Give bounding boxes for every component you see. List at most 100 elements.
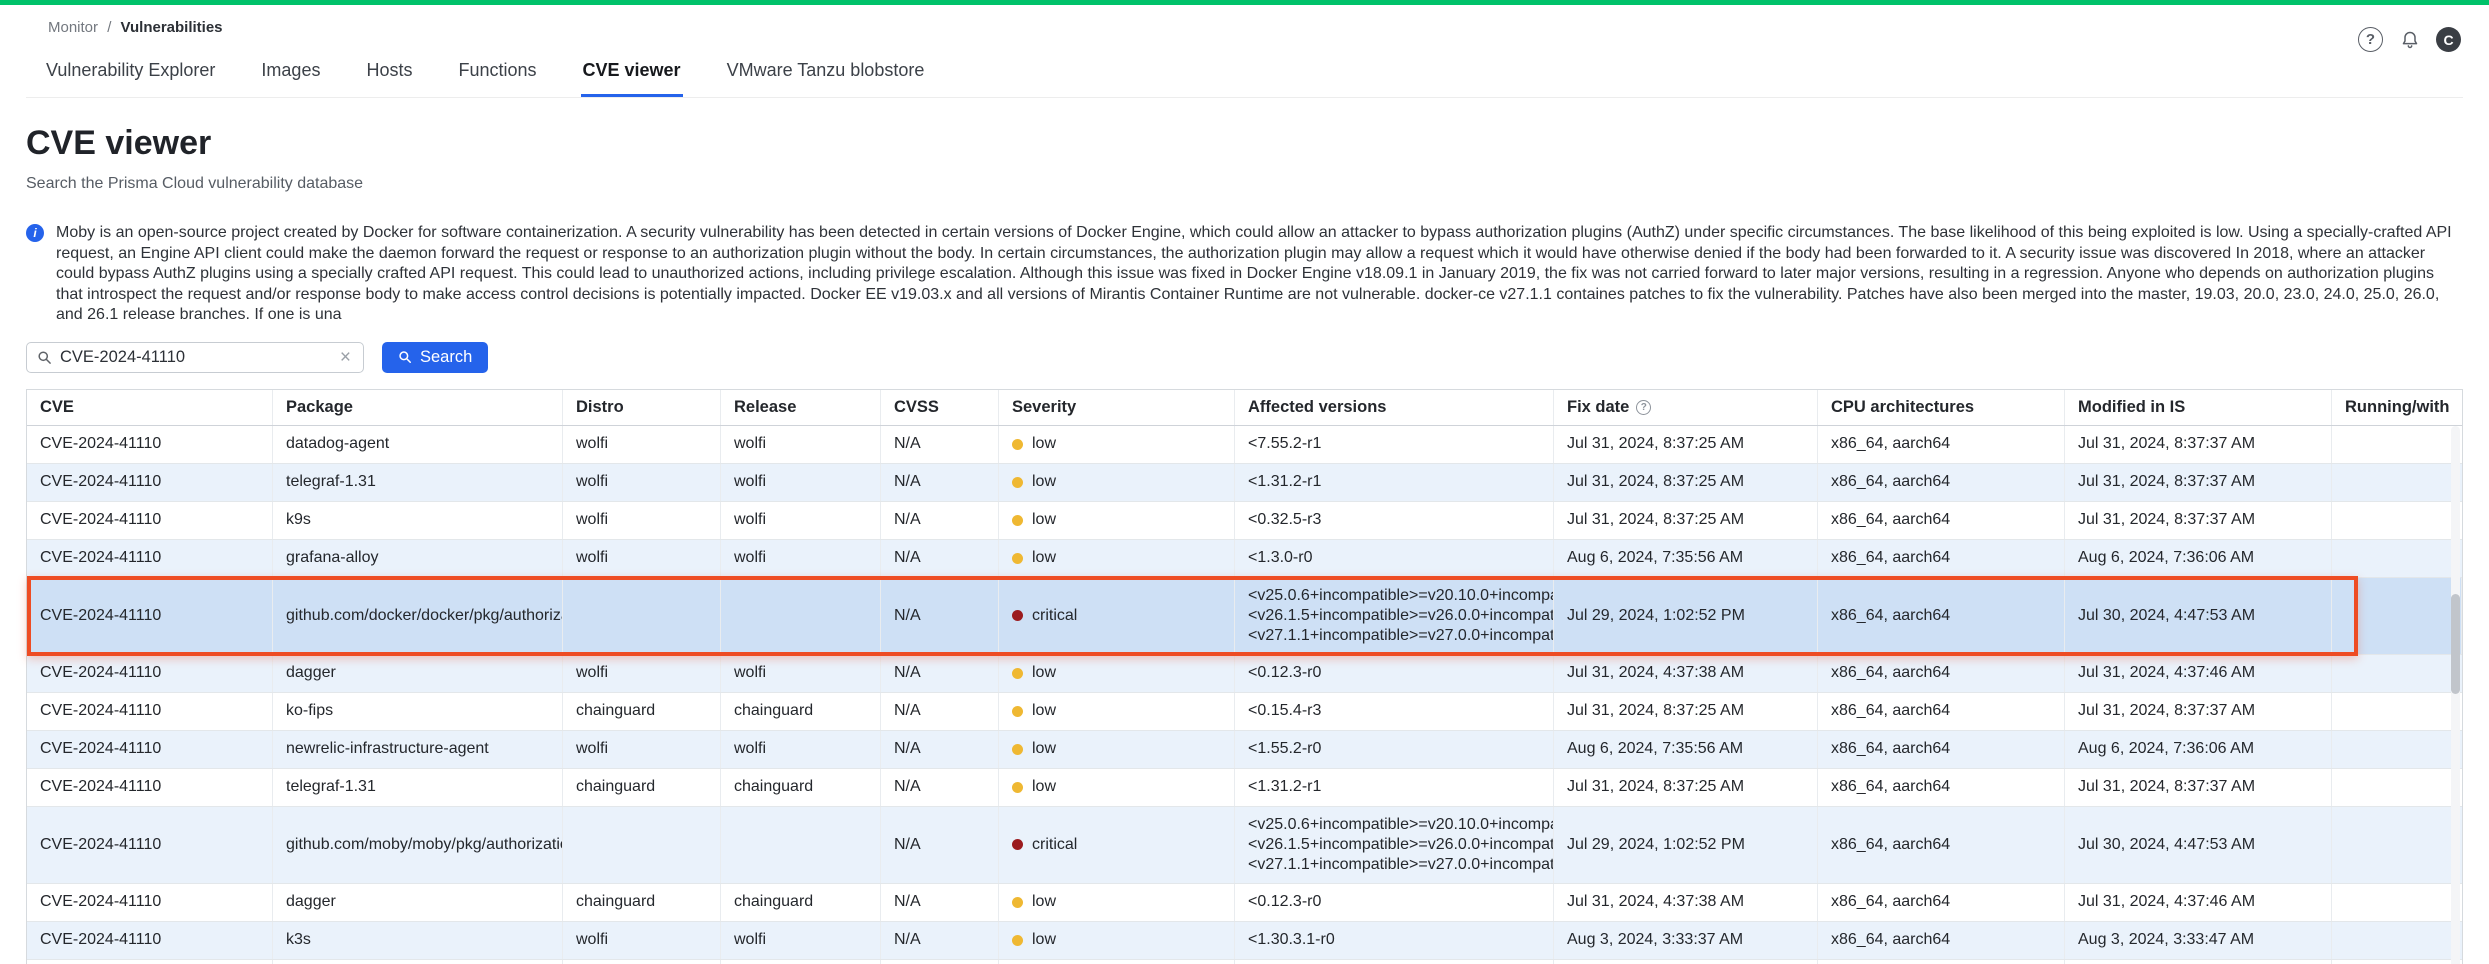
- tab-vmware-tanzu-blobstore[interactable]: VMware Tanzu blobstore: [725, 52, 927, 97]
- cell-running: [2332, 693, 2462, 730]
- table-row[interactable]: CVE-2024-41110 paranoia wolfi wolfi N/A …: [27, 960, 2462, 964]
- table-row[interactable]: CVE-2024-41110 dagger chainguard chaingu…: [27, 884, 2462, 922]
- cell-cpu-architectures: x86_64, aarch64: [1818, 693, 2065, 730]
- table-row[interactable]: CVE-2024-41110 k3s wolfi wolfi N/A low <…: [27, 922, 2462, 960]
- cell-cpu-architectures: x86_64, aarch64: [1818, 731, 2065, 768]
- cell-package: github.com/moby/moby/pkg/authorization: [273, 807, 563, 883]
- cell-cvss: N/A: [881, 693, 999, 730]
- cell-package: github.com/docker/docker/pkg/authorizati…: [273, 578, 563, 654]
- user-avatar[interactable]: C: [2436, 27, 2461, 52]
- scrollbar-thumb[interactable]: [2451, 594, 2460, 694]
- cell-fix-date: Aug 6, 2024, 7:35:56 AM: [1554, 731, 1818, 768]
- help-icon[interactable]: ?: [2358, 27, 2383, 52]
- table-row[interactable]: CVE-2024-41110 github.com/moby/moby/pkg/…: [27, 807, 2462, 884]
- cell-cve: CVE-2024-41110: [27, 655, 273, 692]
- cell-severity: low: [999, 884, 1235, 921]
- breadcrumb-section[interactable]: Monitor: [48, 19, 98, 36]
- cell-release: wolfi: [721, 426, 881, 463]
- cell-affected-versions: <0.15.4-r3: [1235, 693, 1554, 730]
- fix-date-help-icon[interactable]: ?: [1636, 400, 1651, 415]
- cell-cpu-architectures: x86_64, aarch64: [1818, 502, 2065, 539]
- search-input[interactable]: [60, 348, 330, 367]
- tab-cve-viewer[interactable]: CVE viewer: [581, 52, 683, 97]
- table-row[interactable]: CVE-2024-41110 newrelic-infrastructure-a…: [27, 731, 2462, 769]
- severity-label: low: [1032, 549, 1056, 567]
- table-row[interactable]: CVE-2024-41110 github.com/docker/docker/…: [27, 578, 2462, 655]
- cell-affected-versions: <7.55.2-r1: [1235, 426, 1554, 463]
- cell-package: k9s: [273, 502, 563, 539]
- cell-cve: CVE-2024-41110: [27, 464, 273, 501]
- column-header-affected-versions[interactable]: Affected versions: [1235, 390, 1554, 425]
- cell-fix-date: Jul 31, 2024, 8:37:25 AM: [1554, 464, 1818, 501]
- page-title: CVE viewer: [26, 124, 2463, 163]
- tab-images[interactable]: Images: [259, 52, 322, 97]
- tab-vulnerability-explorer[interactable]: Vulnerability Explorer: [44, 52, 217, 97]
- table-row[interactable]: CVE-2024-41110 ko-fips chainguard chaing…: [27, 693, 2462, 731]
- column-header-severity[interactable]: Severity: [999, 390, 1235, 425]
- cell-cvss: N/A: [881, 655, 999, 692]
- table-row[interactable]: CVE-2024-41110 telegraf-1.31 wolfi wolfi…: [27, 464, 2462, 502]
- cell-running: [2332, 464, 2462, 501]
- cell-fix-date: Jul 31, 2024, 4:37:38 AM: [1554, 884, 1818, 921]
- cell-cpu-architectures: x86_64, aarch64: [1818, 464, 2065, 501]
- cell-cpu-architectures: x86_64, aarch64: [1818, 655, 2065, 692]
- cell-package: newrelic-infrastructure-agent: [273, 731, 563, 768]
- cell-cve: CVE-2024-41110: [27, 540, 273, 577]
- cell-release: [721, 807, 881, 883]
- cell-package: datadog-agent: [273, 426, 563, 463]
- clear-search-icon[interactable]: ×: [338, 348, 353, 367]
- cell-release: chainguard: [721, 884, 881, 921]
- cell-running: [2332, 655, 2462, 692]
- severity-dot: [1012, 477, 1023, 488]
- severity-dot: [1012, 439, 1023, 450]
- cell-cve: CVE-2024-41110: [27, 960, 273, 964]
- severity-dot: [1012, 515, 1023, 526]
- cell-affected-versions: <0.12.3-r0: [1235, 655, 1554, 692]
- breadcrumb-current: Vulnerabilities: [121, 19, 223, 36]
- cell-severity: critical: [999, 578, 1235, 654]
- column-header-running[interactable]: Running/with: [2332, 390, 2462, 425]
- cell-release: wolfi: [721, 655, 881, 692]
- table-row[interactable]: CVE-2024-41110 datadog-agent wolfi wolfi…: [27, 426, 2462, 464]
- search-button[interactable]: Search: [382, 342, 488, 373]
- table-row[interactable]: CVE-2024-41110 telegraf-1.31 chainguard …: [27, 769, 2462, 807]
- cell-release: chainguard: [721, 693, 881, 730]
- severity-dot: [1012, 610, 1023, 621]
- column-header-release[interactable]: Release: [721, 390, 881, 425]
- column-header-cve[interactable]: CVE: [27, 390, 273, 425]
- cell-severity: low: [999, 731, 1235, 768]
- table-row[interactable]: CVE-2024-41110 grafana-alloy wolfi wolfi…: [27, 540, 2462, 578]
- column-header-cpu-architectures[interactable]: CPU architectures: [1818, 390, 2065, 425]
- cell-modified-in-is: Jul 31, 2024, 8:37:37 AM: [2065, 502, 2332, 539]
- cell-package: dagger: [273, 884, 563, 921]
- cell-distro: wolfi: [563, 502, 721, 539]
- table-scrollbar[interactable]: [2451, 426, 2460, 964]
- search-box[interactable]: ×: [26, 342, 364, 373]
- column-header-distro[interactable]: Distro: [563, 390, 721, 425]
- tab-hosts[interactable]: Hosts: [364, 52, 414, 97]
- severity-label: low: [1032, 473, 1056, 491]
- notifications-bell-icon[interactable]: [2397, 27, 2422, 52]
- severity-dot: [1012, 897, 1023, 908]
- table-row[interactable]: CVE-2024-41110 k9s wolfi wolfi N/A low <…: [27, 502, 2462, 540]
- cell-modified-in-is: Jul 30, 2024, 4:47:53 AM: [2065, 578, 2332, 654]
- cell-cpu-architectures: x86_64, aarch64: [1818, 960, 2065, 964]
- cell-distro: [563, 807, 721, 883]
- cell-modified-in-is: Jul 31, 2024, 8:37:37 AM: [2065, 693, 2332, 730]
- table-row[interactable]: CVE-2024-41110 dagger wolfi wolfi N/A lo…: [27, 655, 2462, 693]
- tab-functions[interactable]: Functions: [456, 52, 538, 97]
- breadcrumb-separator: /: [107, 19, 111, 36]
- column-header-cvss[interactable]: CVSS: [881, 390, 999, 425]
- cell-distro: wolfi: [563, 731, 721, 768]
- severity-dot: [1012, 744, 1023, 755]
- column-header-modified-in-is[interactable]: Modified in IS: [2065, 390, 2332, 425]
- search-icon: [37, 350, 52, 365]
- cell-running: [2332, 731, 2462, 768]
- header-icons: ? C: [2358, 27, 2461, 52]
- cell-package: k3s: [273, 922, 563, 959]
- column-header-fix-date[interactable]: Fix date ?: [1554, 390, 1818, 425]
- column-header-package[interactable]: Package: [273, 390, 563, 425]
- severity-dot: [1012, 553, 1023, 564]
- cell-distro: wolfi: [563, 922, 721, 959]
- cell-severity: low: [999, 922, 1235, 959]
